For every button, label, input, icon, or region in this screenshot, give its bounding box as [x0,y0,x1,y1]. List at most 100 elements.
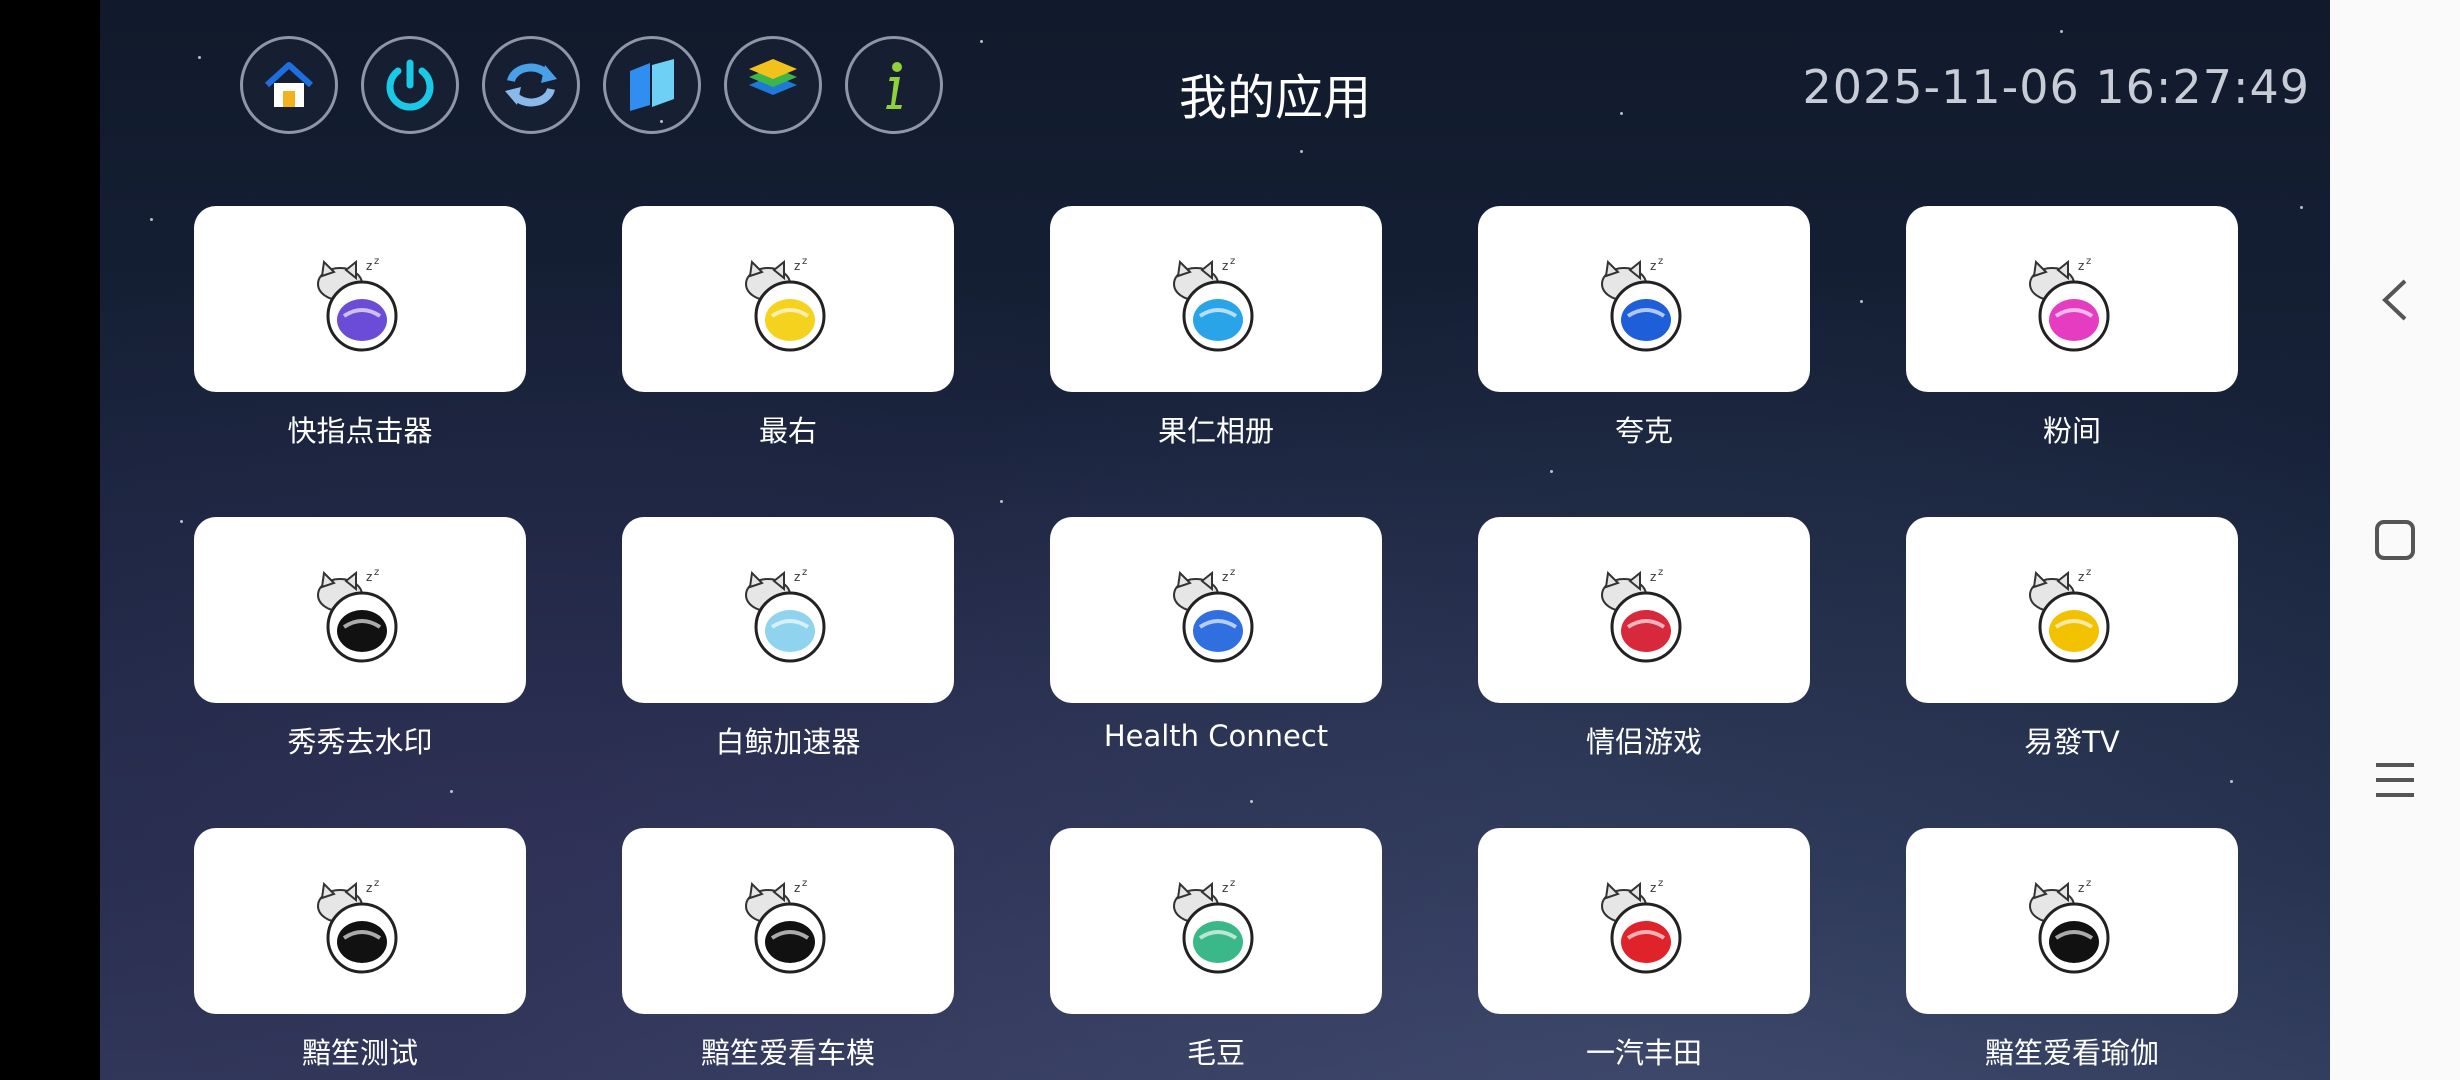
app-tile[interactable]: zz [1050,828,1382,1014]
star [450,790,453,793]
svg-text:z: z [1230,256,1235,267]
star [1250,800,1253,803]
svg-text:z: z [794,259,800,273]
app-label: Health Connect [1103,719,1329,753]
layers-icon [749,59,797,95]
sleeping-cat-app-icon: zz [2029,256,2110,352]
refresh-button[interactable] [482,36,580,134]
sleeping-cat-app-icon: zz [1173,567,1254,663]
app-label: 易發TV [2024,725,2120,759]
datetime-display: 2025-11-06 16:27:49 [1802,60,2310,114]
launcher-screen: 我的应用 2025-11-06 16:27:49 z z 快指点击器 z z 最右 z z 果仁… [100,0,2330,1080]
app-label: 白鲸加速器 [715,725,861,759]
app-tile[interactable]: zz [1906,206,2238,392]
star [1000,500,1003,503]
svg-text:z: z [2086,256,2091,267]
svg-text:z: z [2078,570,2084,584]
sleeping-cat-app-icon: zz [745,567,826,663]
app-tile[interactable]: zz [1478,517,1810,703]
app-tile[interactable]: zz [1478,206,1810,392]
sleeping-cat-app-icon: zz [745,256,826,352]
app-label: 粉间 [2042,414,2101,448]
svg-text:z: z [1222,259,1228,273]
svg-text:z: z [1650,259,1656,273]
svg-text:z: z [1230,567,1235,578]
app-tile[interactable]: zz [622,206,954,392]
star [2060,30,2063,33]
sleeping-cat-app-icon: zz [1173,878,1254,974]
app-tile[interactable]: zz [1906,828,2238,1014]
app-tile[interactable]: zz [622,517,954,703]
app-tile[interactable]: zz [1478,828,1810,1014]
sleeping-cat-app-icon: zz [1601,256,1682,352]
app-tile[interactable]: zz [1050,517,1382,703]
sleeping-cat-app-icon: zz [317,567,398,663]
power-button[interactable] [361,36,459,134]
power-icon [386,59,434,111]
layers-button[interactable] [724,36,822,134]
refresh-icon [505,63,557,107]
svg-text:z: z [374,567,379,578]
star [1550,470,1553,473]
star [150,218,153,221]
app-tile[interactable]: zz [622,828,954,1014]
back-icon [2382,279,2407,321]
app-tile[interactable]: zz [194,206,526,392]
home-square-icon [2375,520,2415,560]
sleeping-cat-app-icon: zz [745,878,826,974]
recents-icon [2376,763,2414,797]
svg-text:z: z [802,256,807,267]
app-tile[interactable]: zz [194,517,526,703]
app-label: 情侣游戏 [1585,725,1702,759]
star [2230,780,2233,783]
svg-text:z: z [1650,570,1656,584]
svg-text:z: z [1658,878,1663,889]
sleeping-cat-app-icon: zz [1601,567,1682,663]
svg-text:z: z [794,881,800,895]
star [198,56,201,59]
back-button[interactable] [2365,270,2425,330]
info-button[interactable] [845,36,943,134]
page-title: 我的应用 [1178,70,1371,126]
svg-text:z: z [374,256,379,267]
app-label: 黯笙爱看车模 [700,1036,875,1070]
panels-button[interactable] [603,36,701,134]
svg-text:z: z [366,881,372,895]
svg-text:z: z [374,878,379,889]
star [1620,112,1623,115]
system-nav-bar [2330,0,2460,1080]
star [1300,150,1303,153]
sleeping-cat-app-icon: zz [317,256,398,352]
svg-text:z: z [802,567,807,578]
svg-text:z: z [794,570,800,584]
svg-text:z: z [366,259,372,273]
sleeping-cat-app-icon: zz [1601,878,1682,974]
app-label: 毛豆 [1186,1036,1245,1070]
svg-text:z: z [366,570,372,584]
svg-text:z: z [1658,567,1663,578]
svg-text:z: z [2078,881,2084,895]
svg-text:z: z [1222,570,1228,584]
info-icon [886,62,902,109]
left-black-strip [0,0,100,1080]
sleeping-cat-app-icon: zz [1173,256,1254,352]
recents-button[interactable] [2365,750,2425,810]
home-nav-button[interactable] [2365,510,2425,570]
sleeping-cat-app-icon: zz [2029,878,2110,974]
app-label: 黯笙测试 [301,1036,418,1070]
home-icon [264,62,314,107]
home-button[interactable] [240,36,338,134]
app-tile[interactable]: zz [1050,206,1382,392]
app-tile[interactable]: zz [194,828,526,1014]
svg-text:z: z [1658,256,1663,267]
app-label: 最右 [758,414,817,448]
app-label: 一汽丰田 [1585,1036,1702,1070]
svg-text:z: z [2086,567,2091,578]
svg-text:z: z [802,878,807,889]
panels-icon [630,59,674,111]
svg-text:z: z [1230,878,1235,889]
svg-text:z: z [2086,878,2091,889]
star [1860,300,1863,303]
app-tile[interactable]: zz [1906,517,2238,703]
star [980,40,983,43]
